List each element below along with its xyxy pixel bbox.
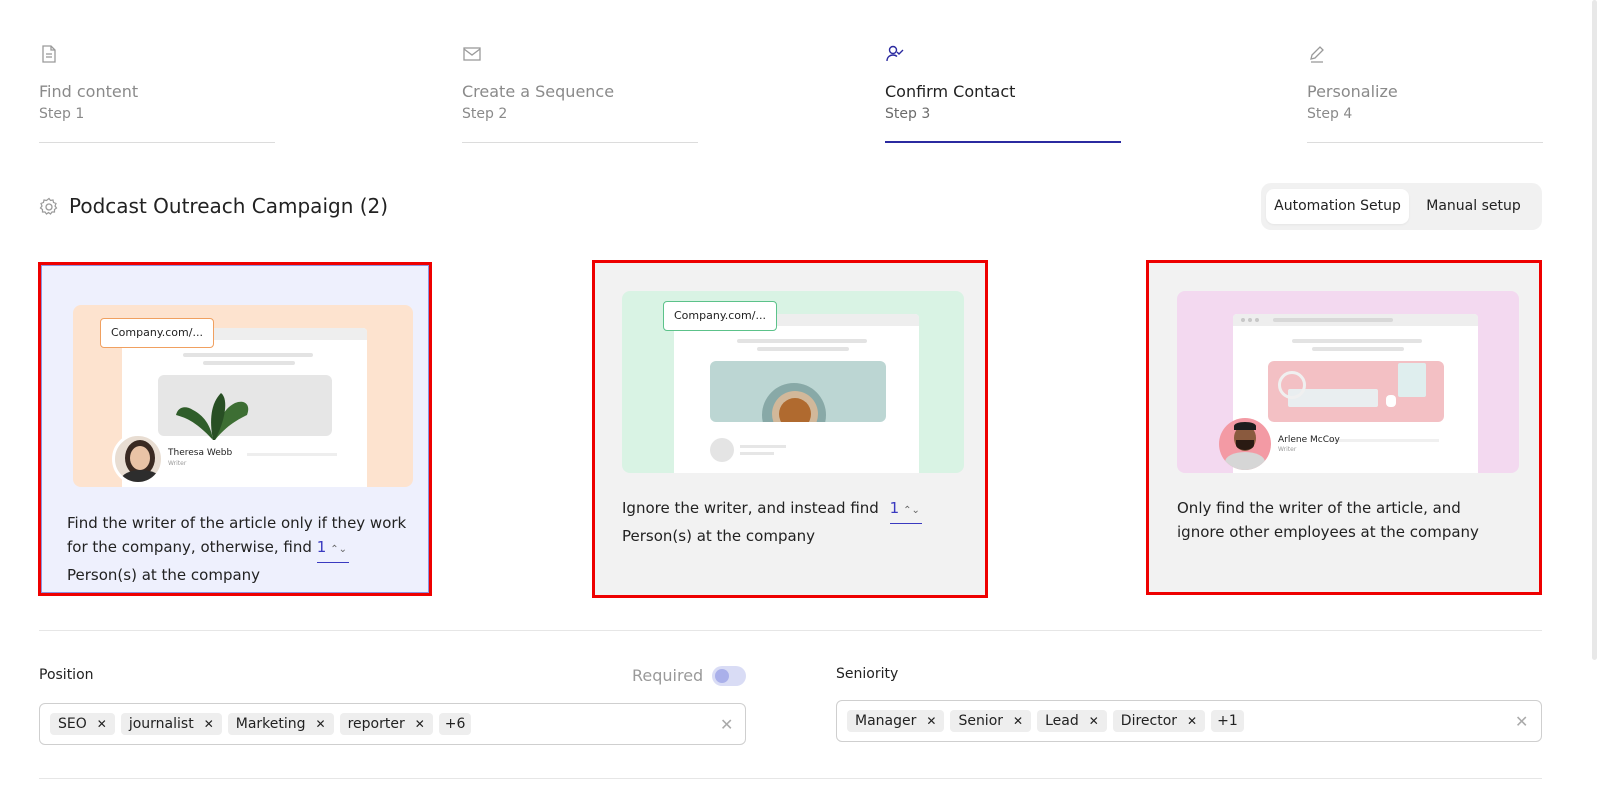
remove-tag-icon[interactable]: ✕	[1013, 714, 1023, 728]
step-title: Create a Sequence	[462, 82, 615, 101]
person-count-stepper[interactable]: 1 ⌃⌄	[316, 535, 349, 563]
tag-label: journalist	[128, 716, 194, 732]
automation-setup-button[interactable]: Automation Setup	[1266, 189, 1409, 224]
manual-setup-button[interactable]: Manual setup	[1411, 189, 1536, 224]
spinner-icon[interactable]: ⌃⌄	[330, 544, 347, 555]
option-description: Find the writer of the article only if t…	[67, 511, 412, 587]
step-find-content[interactable]: Find content Step 1	[39, 44, 275, 144]
step-personalize[interactable]: Personalize Step 4	[1307, 44, 1543, 144]
tag-chip: Lead ✕	[1037, 710, 1107, 732]
card-body: Arlene McCoy Writer Only find the writer…	[1149, 263, 1539, 592]
tag-chip: Manager ✕	[847, 710, 945, 732]
clear-icon[interactable]: ✕	[720, 715, 733, 734]
toggle-knob	[715, 669, 729, 683]
step-subtitle: Step 2	[462, 106, 508, 122]
writer-avatar	[112, 433, 164, 485]
remove-tag-icon[interactable]: ✕	[1187, 714, 1197, 728]
person-count-value: 1	[316, 538, 327, 556]
step-subtitle: Step 4	[1307, 106, 1353, 122]
tag-label: Director	[1120, 713, 1178, 729]
seniority-label: Seniority	[836, 666, 899, 682]
tag-chip: Senior ✕	[950, 710, 1032, 732]
option-card-writer-if-employee[interactable]: Theresa Webb Writer Company.com/... Find…	[38, 262, 432, 596]
more-tags-badge[interactable]: +6	[438, 713, 472, 735]
url-label: Company.com/...	[100, 318, 214, 348]
option-text-before: Find the writer of the article only if t…	[67, 514, 407, 556]
tag-label: reporter	[347, 716, 405, 732]
step-underline	[1307, 142, 1543, 143]
writer-role: Writer	[168, 460, 187, 467]
position-tags: SEO ✕ journalist ✕ Marketing ✕ reporter ✕ +6	[50, 713, 472, 735]
article-illustration: Arlene McCoy Writer	[1177, 291, 1519, 473]
tag-chip: Director ✕	[1112, 710, 1206, 732]
step-title: Find content	[39, 82, 139, 101]
tag-chip: SEO ✕	[50, 713, 115, 735]
envelope-icon	[463, 47, 481, 61]
remove-tag-icon[interactable]: ✕	[415, 717, 425, 731]
remove-tag-icon[interactable]: ✕	[204, 717, 214, 731]
step-title: Confirm Contact	[885, 82, 1016, 101]
person-count-value: 1	[889, 499, 900, 517]
tag-chip: Marketing ✕	[227, 713, 334, 735]
step-create-sequence[interactable]: Create a Sequence Step 2	[462, 44, 698, 144]
step-confirm-contact[interactable]: Confirm Contact Step 3	[885, 44, 1121, 144]
pencil-icon	[1310, 46, 1324, 63]
page-title: Podcast Outreach Campaign (2)	[69, 194, 389, 218]
tag-label: SEO	[58, 716, 87, 732]
tag-chip: journalist ✕	[120, 713, 222, 735]
writer-role: Writer	[1278, 446, 1297, 453]
gear-icon[interactable]	[39, 197, 59, 217]
option-description: Only find the writer of the article, and…	[1177, 499, 1479, 541]
option-card-ignore-writer[interactable]: Company.com/... Ignore the writer, and i…	[592, 260, 988, 598]
remove-tag-icon[interactable]: ✕	[926, 714, 936, 728]
step-underline	[39, 142, 275, 143]
section-divider	[39, 630, 1542, 631]
user-check-icon	[886, 45, 904, 62]
tag-label: Manager	[855, 713, 917, 729]
option-description: Ignore the writer, and instead find 1 ⌃⌄ …	[622, 496, 972, 548]
step-subtitle: Step 1	[39, 106, 85, 122]
section-divider	[39, 778, 1542, 779]
coffee-image	[710, 361, 886, 422]
clear-icon[interactable]: ✕	[1515, 712, 1528, 731]
position-tag-input[interactable]: SEO ✕ journalist ✕ Marketing ✕ reporter ✕ +6…	[39, 703, 746, 745]
card-body: Theresa Webb Writer Company.com/... Find…	[41, 265, 429, 593]
document-icon	[42, 45, 56, 63]
tag-chip: reporter ✕	[339, 713, 433, 735]
remove-tag-icon[interactable]: ✕	[316, 717, 326, 731]
tag-label: Senior	[958, 713, 1004, 729]
writer-name: Arlene McCoy	[1278, 435, 1340, 445]
person-count-stepper[interactable]: 1 ⌃⌄	[889, 496, 922, 524]
option-text-after: Person(s) at the company	[622, 527, 816, 545]
writer-name: Theresa Webb	[168, 448, 233, 458]
required-label: Required	[632, 666, 704, 685]
url-label: Company.com/...	[663, 301, 777, 331]
remove-tag-icon[interactable]: ✕	[1089, 714, 1099, 728]
card-body: Company.com/... Ignore the writer, and i…	[595, 263, 985, 595]
seniority-tags: Manager ✕ Senior ✕ Lead ✕ Director ✕ +1	[847, 710, 1244, 732]
step-subtitle: Step 3	[885, 106, 931, 122]
setup-mode-toggle: Automation Setup Manual setup	[1261, 183, 1542, 230]
tag-label: Marketing	[235, 716, 306, 732]
required-toggle[interactable]	[712, 666, 746, 686]
step-underline	[885, 141, 1121, 143]
option-card-writer-only[interactable]: Arlene McCoy Writer Only find the writer…	[1146, 260, 1542, 595]
more-tags-badge[interactable]: +1	[1211, 710, 1244, 732]
seniority-tag-input[interactable]: Manager ✕ Senior ✕ Lead ✕ Director ✕ +1 ✕	[836, 700, 1542, 742]
position-label: Position	[39, 667, 94, 683]
option-text-after: Person(s) at the company	[67, 566, 261, 584]
desk-image	[1268, 361, 1444, 422]
plant-image	[176, 393, 249, 440]
remove-tag-icon[interactable]: ✕	[97, 717, 107, 731]
tag-label: Lead	[1045, 713, 1079, 729]
stepper: Find content Step 1 Create a Sequence St…	[39, 44, 1543, 144]
spinner-icon[interactable]: ⌃⌄	[903, 505, 920, 516]
step-title: Personalize	[1307, 82, 1398, 101]
option-text-before: Ignore the writer, and instead find	[622, 499, 879, 517]
writer-avatar	[1219, 418, 1271, 470]
step-underline	[462, 142, 698, 143]
scrollbar[interactable]	[1592, 0, 1597, 660]
